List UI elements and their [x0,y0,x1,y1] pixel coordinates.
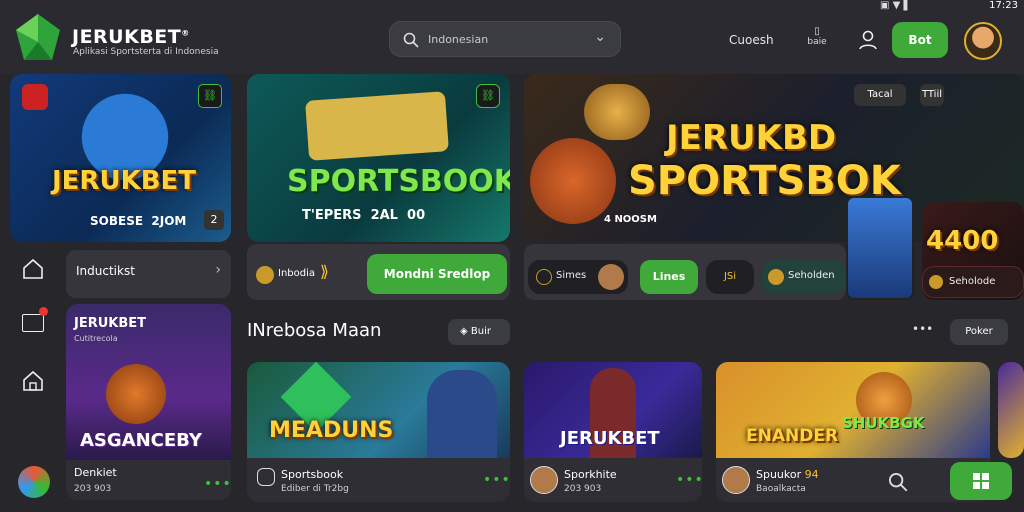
person-art [427,370,497,458]
coin-icon-3 [929,275,943,289]
game-art-title-1: ENANDER [746,426,839,446]
cta-button[interactable]: Bot [892,22,948,58]
sidebar-menu-item[interactable]: Inductikst › [66,250,231,298]
banner-sportsbook[interactable]: ⛓ SPORTSBOOK T'EPERS 2AL 00 [247,74,510,242]
game-name: Sporkhite [564,468,617,481]
game-card-1[interactable]: MEADUNS Sportsbook Ediber di Tr2bg ••• [247,362,510,502]
chip-label: Seholden [788,270,835,281]
chip-jsi[interactable]: JSi [706,260,754,294]
game-card-2[interactable]: JERUKBET Sporkhite 203 903 ••• [524,362,702,502]
nav-icon-2[interactable]: ▯ baie [805,26,829,47]
pin-icon: ◈ [460,326,468,337]
game-meta: Ediber di Tr2bg [281,484,349,494]
user-icon[interactable] [859,30,877,50]
lightning-icon: ⟫ [320,262,329,281]
side-card-title: JERUKBET [74,316,147,331]
avatar-small [722,466,750,494]
brand-name[interactable]: JERUKBET® [72,26,190,48]
app-logo-icon[interactable] [18,466,50,498]
game-name: Spuukor 94 [756,468,819,481]
banner-title: 4400 [926,226,999,256]
chip-seholode[interactable]: Seholode [922,266,1024,298]
house-icon[interactable] [22,370,44,392]
game-badge: 94 [804,468,819,481]
more-icon[interactable]: ••• [912,322,933,336]
chip-label: Simes [556,270,587,281]
game-meta: 203 903 [564,484,602,494]
chip-icon [536,269,552,285]
game-art-title-2: SHUKBGK [842,414,925,432]
logo-icon [16,14,60,60]
brand-badge-icon [22,84,48,110]
chip-tacal[interactable]: Tacal [854,84,906,106]
banner-sub: T'EPERS 2AL 00 [302,208,426,223]
notification-dot [39,307,48,316]
banner-sub: 4 NOOSM [604,214,657,225]
avatar-small [598,264,624,290]
chip-seholden[interactable]: Seholden [762,260,846,294]
grid-icon [973,473,989,489]
more-dots-icon[interactable]: ••• [204,476,231,492]
side-card-art-title: ASGANCEBY [80,430,202,451]
brand-tagline: Aplikasi Sportsterta di Indonesia [73,47,219,57]
avatar[interactable] [964,22,1002,60]
side-card-name: Denkiet [74,466,117,479]
coin-icon-2 [768,269,784,285]
link-icon-2[interactable]: ⛓ [476,84,500,108]
grid-menu-button[interactable] [950,462,1012,500]
more-dots-icon[interactable]: ••• [676,472,702,488]
controller-icon [257,468,275,486]
game-art-title: MEADUNS [269,418,394,443]
cards-art [305,91,449,161]
avatar-small [530,466,558,494]
chip-ttiil[interactable]: TTiil [920,84,944,106]
nav-icon-2-label: baie [807,37,827,47]
lines-button[interactable]: Lines [640,260,698,294]
search-value: Indonesian [428,33,489,46]
game-art-title: JERUKBET [560,428,660,449]
banner-jerukbet[interactable]: ⛓ JERUKBET SOBESE 2JOM 2 [10,74,231,242]
trophy-art [584,84,650,140]
left-chip-text: Inbodia [278,268,316,279]
link-icon[interactable]: ⛓ [198,84,222,108]
side-card-sub: Cutitrecola [74,334,118,343]
banner-title: JERUKBET [52,166,197,196]
home-icon[interactable] [22,258,44,280]
more-dots-icon[interactable]: ••• [483,472,510,488]
banner-title: SPORTSBOOK [287,164,510,199]
nav-link[interactable]: Cuoesh [729,33,774,47]
search-input[interactable]: Indonesian ⌄ [389,21,621,57]
banner-badge: 2 [204,210,224,230]
search-icon[interactable] [888,472,908,492]
basketball-art [530,138,616,224]
filter-label: Buir [470,326,491,337]
poker-pill[interactable]: Poker [950,319,1008,345]
banner-title-1: JERUKBD [666,118,837,158]
side-card-meta: 203 903 [74,484,112,494]
game-card-4-partial[interactable] [998,362,1024,458]
chevron-right-icon: › [215,262,221,278]
banner-sub: SOBESE 2JOM [90,214,187,228]
coin-icon [256,266,274,284]
game-name: Sportsbook [281,468,344,481]
status-time: 17:23 [989,0,1018,11]
mail-icon[interactable] [22,307,48,332]
menu-label: Inductikst [76,264,135,278]
phone-art [846,196,914,300]
section-title: INrebosa Maan [247,320,382,341]
filter-button[interactable]: ◈ Buir [448,319,510,345]
search-icon [403,32,419,48]
game-meta: Baoalkacta [756,484,806,494]
chip-label: Seholode [949,276,996,287]
side-game-card[interactable]: JERUKBET Cutitrecola ASGANCEBY Denkiet 2… [66,304,231,500]
game-card-3[interactable]: ENANDER SHUKBGK Spuukor 94 Baoalkacta [716,362,990,502]
mondni-button[interactable]: Mondni Sredlop [367,254,507,294]
chevron-down-icon[interactable]: ⌄ [594,29,606,45]
status-icons: ▣ ▼ ▌ [880,0,912,11]
chip-simes[interactable]: Simes [528,260,628,294]
bird-art [106,364,166,424]
